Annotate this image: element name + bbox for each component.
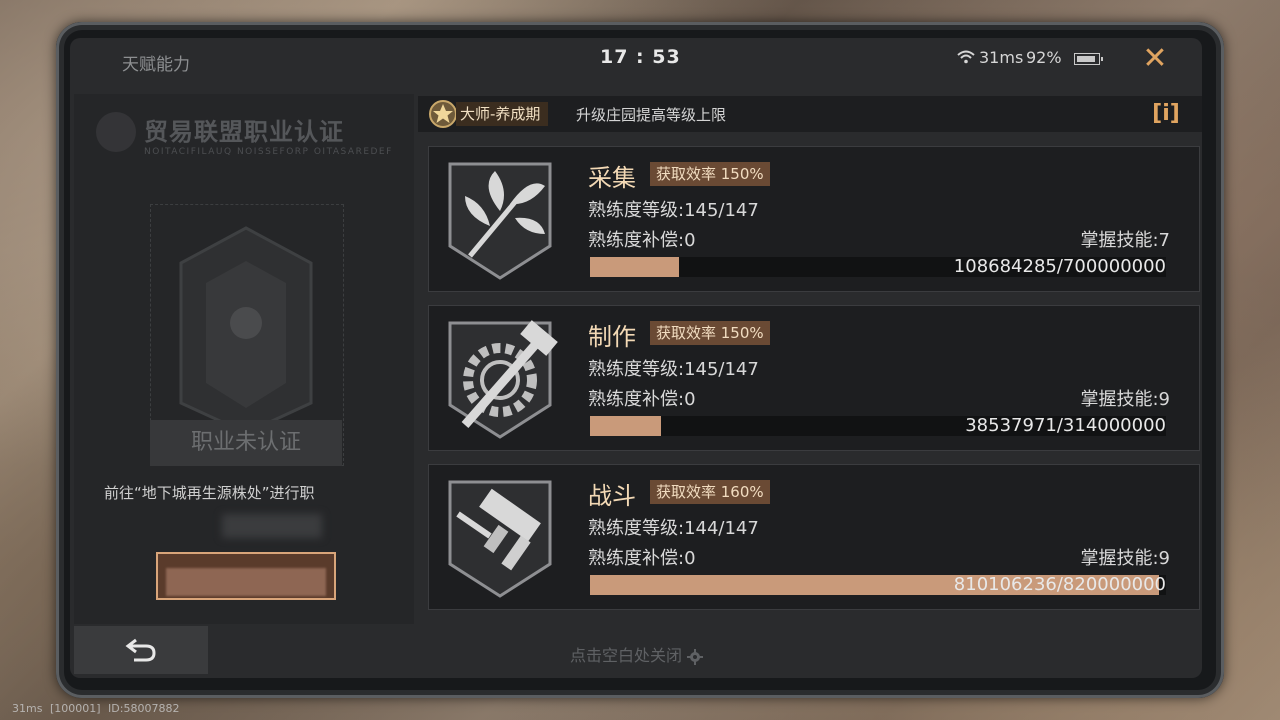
- efficiency-badge: 获取效率 150%: [650, 321, 770, 345]
- go-certify-button[interactable]: [156, 552, 336, 600]
- badge-icon: [179, 226, 313, 435]
- xp-progress-fill: [590, 416, 661, 436]
- star-medal-icon: [429, 100, 457, 128]
- ping-text: 31ms: [979, 48, 1024, 67]
- hint-redacted: [222, 514, 322, 538]
- uncertified-label: 职业未认证: [150, 420, 342, 466]
- mastered-skills: 掌握技能:9: [1080, 548, 1170, 569]
- back-arrow-icon: [125, 638, 156, 662]
- efficiency-badge: 获取效率 160%: [650, 480, 770, 504]
- skill-card[interactable]: 采集 获取效率 150% 熟练度等级:145/147 熟练度补偿:0 掌握技能:7 108…: [428, 146, 1200, 292]
- back-button[interactable]: [74, 626, 208, 674]
- xp-text: 38537971/314000000: [965, 415, 1166, 436]
- efficiency-badge: 获取效率 150%: [650, 162, 770, 186]
- cert-subtitle: NOITACIFILAUQ NOISSEFORP OITASAREDEF: [144, 147, 393, 157]
- mastered-skills: 掌握技能:9: [1080, 389, 1170, 410]
- emblem-icon: [96, 112, 136, 152]
- rank-bar: 大师-养成期 升级庄园提高等级上限 [i]: [418, 96, 1202, 132]
- herb-icon: [448, 162, 552, 280]
- hint-text: 前往“地下城再生源株处”进行职: [104, 484, 315, 502]
- rank-label: 大师-养成期: [456, 102, 549, 126]
- close-hint-text: 点击空白处关闭: [570, 646, 683, 665]
- gun-icon: [448, 480, 552, 598]
- footer-id: ID:58007882: [108, 702, 180, 715]
- skill-name: 采集: [588, 164, 636, 192]
- skill-name: 战斗: [588, 482, 636, 510]
- info-icon[interactable]: [i]: [1148, 100, 1184, 128]
- rank-description: 升级庄园提高等级上限: [576, 106, 727, 124]
- top-bar: 天赋能力 17 : 53 31ms 92% ✕: [70, 38, 1202, 94]
- proficiency-compensation: 熟练度补偿:0: [588, 389, 696, 410]
- skill-name: 制作: [588, 323, 636, 351]
- go-certify-button-redacted: [166, 568, 326, 596]
- certification-panel: 贸易联盟职业认证 NOITACIFILAUQ NOISSEFORP OITASA…: [74, 94, 414, 624]
- proficiency-level: 熟练度等级:144/147: [588, 518, 759, 539]
- mastered-skills: 掌握技能:7: [1080, 230, 1170, 251]
- xp-progress-bar: 810106236/820000000: [590, 575, 1166, 595]
- xp-text: 810106236/820000000: [953, 574, 1166, 595]
- wifi-icon: [957, 50, 975, 64]
- proficiency-level: 熟练度等级:145/147: [588, 359, 759, 380]
- xp-progress-bar: 108684285/700000000: [590, 257, 1166, 277]
- footer-ping: 31ms: [12, 702, 43, 715]
- proficiency-compensation: 熟练度补偿:0: [588, 230, 696, 251]
- footer-server: [100001]: [49, 702, 101, 715]
- proficiency-compensation: 熟练度补偿:0: [588, 548, 696, 569]
- battery-icon: [1074, 53, 1103, 65]
- xp-progress-bar: 38537971/314000000: [590, 416, 1166, 436]
- proficiency-level: 熟练度等级:145/147: [588, 200, 759, 221]
- cert-title: 贸易联盟职业认证: [144, 118, 344, 146]
- skill-card[interactable]: 战斗 获取效率 160% 熟练度等级:144/147 熟练度补偿:0 掌握技能:9 810…: [428, 464, 1200, 610]
- gear-icon: [687, 648, 704, 665]
- close-hint: 点击空白处关闭: [570, 642, 704, 666]
- hammer-gear-icon: [448, 320, 558, 439]
- window-title: 天赋能力: [122, 55, 190, 75]
- xp-text: 108684285/700000000: [953, 256, 1166, 277]
- clock: 17 : 53: [600, 46, 681, 68]
- status-footer: 31ms [100001] ID:58007882: [12, 702, 183, 715]
- battery-percent: 92%: [1026, 48, 1062, 67]
- xp-progress-fill: [590, 257, 680, 277]
- skill-card[interactable]: 制作 获取效率 150% 熟练度等级:145/147 熟练度补偿:0 掌握技能:9 385…: [428, 305, 1200, 451]
- close-icon[interactable]: ✕: [1142, 44, 1168, 74]
